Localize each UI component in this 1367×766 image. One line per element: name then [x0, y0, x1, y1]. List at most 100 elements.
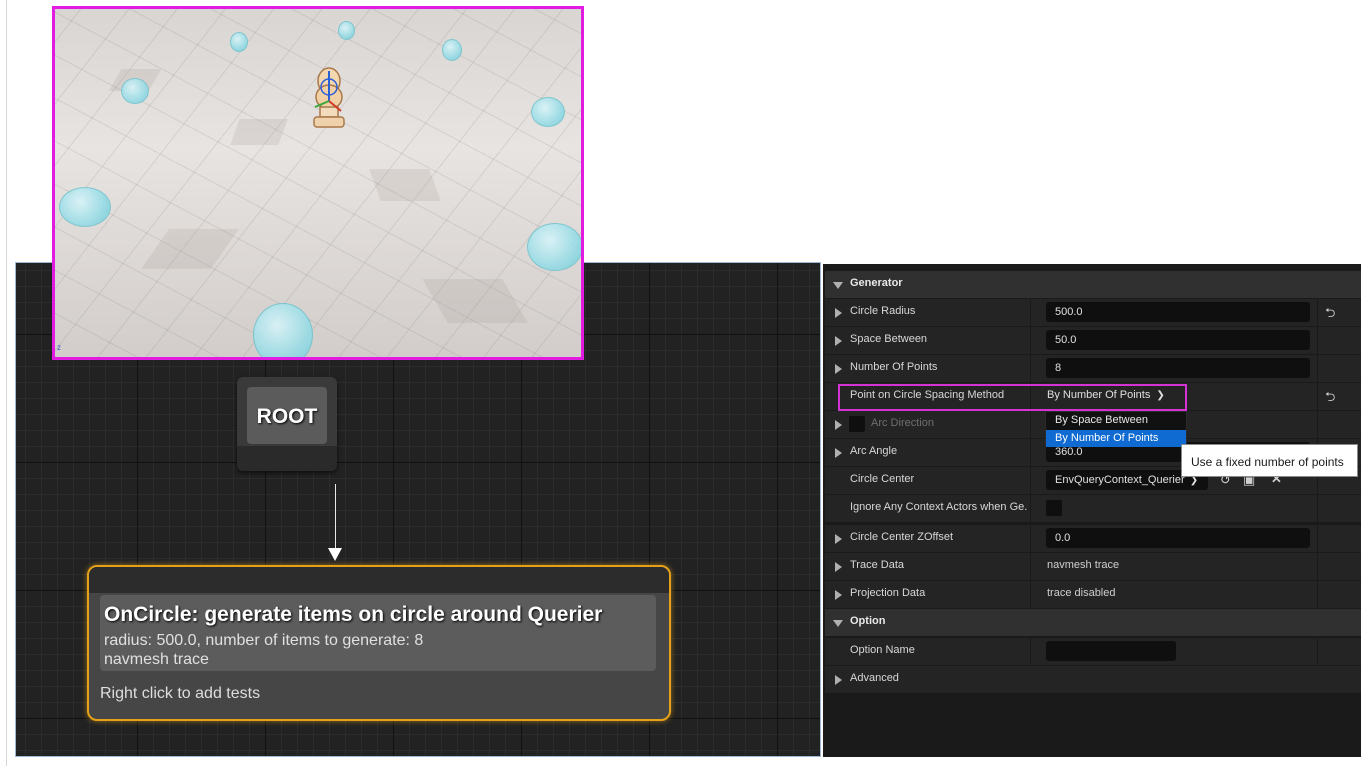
expand-arrow-icon[interactable]	[835, 448, 842, 458]
zoffset-label: Circle Center ZOffset	[850, 531, 954, 543]
expand-arrow-icon[interactable]	[835, 308, 842, 318]
query-item-sphere	[531, 97, 565, 127]
node-connection-wire	[335, 484, 336, 550]
property-circle-center-zoffset: Circle Center ZOffset 0.0	[825, 525, 1361, 552]
property-projection-data: Projection Data trace disabled	[825, 581, 1361, 608]
generator-node-input-pin[interactable]	[89, 567, 669, 593]
column-divider	[1317, 411, 1318, 438]
generator-node-title: OnCircle: generate items on circle aroun…	[104, 603, 603, 626]
viewport-axis-indicator: z	[57, 343, 61, 352]
property-option-name: Option Name	[825, 638, 1361, 665]
reset-arrow-icon[interactable]: ⮌	[1325, 304, 1335, 326]
root-node-output-pin[interactable]	[237, 446, 337, 471]
number-of-points-label: Number Of Points	[850, 361, 938, 373]
column-divider[interactable]	[1030, 581, 1031, 608]
arc-direction-checkbox[interactable]	[849, 416, 865, 432]
column-divider	[1317, 383, 1318, 410]
floor-tile	[140, 229, 240, 269]
circle-center-value: EnvQueryContext_Querier	[1055, 474, 1185, 486]
level-viewport[interactable]: z	[52, 6, 584, 360]
trace-data-label: Trace Data	[850, 559, 905, 571]
column-divider	[1317, 495, 1318, 522]
query-item-sphere	[59, 187, 111, 227]
advanced-label: Advanced	[850, 672, 899, 684]
generator-node-trace: navmesh trace	[104, 651, 209, 668]
dropdown-option-number-of-points[interactable]: By Number Of Points	[1046, 430, 1186, 447]
query-item-sphere	[253, 303, 313, 357]
column-divider[interactable]	[1030, 553, 1031, 580]
tooltip: Use a fixed number of points	[1181, 444, 1358, 477]
column-divider	[1317, 299, 1318, 326]
floor-tile	[230, 119, 288, 145]
column-divider[interactable]	[1030, 467, 1031, 494]
query-item-sphere	[121, 78, 149, 104]
property-space-between: Space Between 50.0	[825, 327, 1361, 354]
projection-data-value: trace disabled	[1047, 587, 1116, 599]
section-generator[interactable]: Generator	[825, 271, 1361, 298]
column-divider	[1317, 553, 1318, 580]
query-item-sphere	[442, 39, 462, 61]
trace-data-value: navmesh trace	[1047, 559, 1120, 571]
column-divider[interactable]	[1030, 495, 1031, 522]
column-divider	[1317, 638, 1318, 665]
generator-node-hint: Right click to add tests	[100, 685, 261, 702]
option-name-input[interactable]	[1046, 641, 1176, 661]
column-divider[interactable]	[1030, 525, 1031, 552]
property-circle-radius: Circle Radius 500.0 ⮌	[825, 299, 1361, 326]
ignore-context-label: Ignore Any Context Actors when Ge...	[850, 501, 1028, 513]
column-divider[interactable]	[1030, 299, 1031, 326]
querier-pawn-icon	[313, 67, 345, 128]
circle-center-label: Circle Center	[850, 473, 915, 485]
column-divider[interactable]	[1030, 439, 1031, 466]
query-item-sphere	[338, 21, 355, 40]
arc-angle-label: Arc Angle	[850, 445, 898, 457]
root-node[interactable]: ROOT	[237, 377, 337, 471]
floor-tile	[422, 279, 528, 323]
property-advanced[interactable]: Advanced	[825, 666, 1361, 693]
arc-direction-label: Arc Direction	[871, 417, 934, 429]
projection-data-label: Projection Data	[850, 587, 926, 599]
expand-arrow-icon[interactable]	[835, 562, 842, 572]
property-number-of-points: Number Of Points 8	[825, 355, 1361, 382]
column-divider	[1317, 525, 1318, 552]
column-divider[interactable]	[1030, 355, 1031, 382]
connection-arrow-icon	[328, 548, 342, 561]
expand-arrow-icon[interactable]	[835, 336, 842, 346]
expand-arrow-icon[interactable]	[835, 534, 842, 544]
section-option[interactable]: Option	[825, 609, 1361, 636]
page-left-rule	[6, 0, 7, 766]
collapse-arrow-icon	[833, 282, 843, 289]
circle-radius-input[interactable]: 500.0	[1046, 302, 1310, 322]
space-between-label: Space Between	[850, 333, 928, 345]
section-generator-label: Generator	[850, 277, 903, 289]
space-between-input[interactable]: 50.0	[1046, 330, 1310, 350]
expand-arrow-icon	[835, 675, 842, 685]
generator-node[interactable]: OnCircle: generate items on circle aroun…	[87, 565, 671, 721]
column-divider[interactable]	[1030, 327, 1031, 354]
number-of-points-input[interactable]: 8	[1046, 358, 1310, 378]
column-divider[interactable]	[1030, 411, 1031, 438]
zoffset-input[interactable]: 0.0	[1046, 528, 1310, 548]
root-node-body: ROOT	[247, 387, 327, 444]
expand-arrow-icon[interactable]	[835, 420, 842, 430]
section-option-label: Option	[850, 615, 886, 627]
column-divider	[1317, 327, 1318, 354]
expand-arrow-icon[interactable]	[835, 364, 842, 374]
circle-radius-label: Circle Radius	[850, 305, 916, 317]
option-name-label: Option Name	[850, 644, 915, 656]
reset-arrow-icon[interactable]: ⮌	[1325, 388, 1335, 410]
column-divider[interactable]	[1030, 638, 1031, 665]
root-node-label: ROOT	[256, 405, 318, 428]
column-divider	[1317, 581, 1318, 608]
generator-node-summary: radius: 500.0, number of items to genera…	[104, 632, 424, 649]
property-trace-data: Trace Data navmesh trace	[825, 553, 1361, 580]
ignore-context-checkbox[interactable]	[1046, 500, 1062, 516]
query-item-sphere	[527, 223, 581, 271]
collapse-arrow-icon	[833, 620, 843, 627]
expand-arrow-icon[interactable]	[835, 590, 842, 600]
query-item-sphere	[230, 32, 248, 52]
column-divider	[1317, 355, 1318, 382]
dropdown-option-space-between[interactable]: By Space Between	[1046, 412, 1186, 429]
property-ignore-context-actors: Ignore Any Context Actors when Ge...	[825, 495, 1361, 522]
floor-tile	[369, 169, 441, 201]
